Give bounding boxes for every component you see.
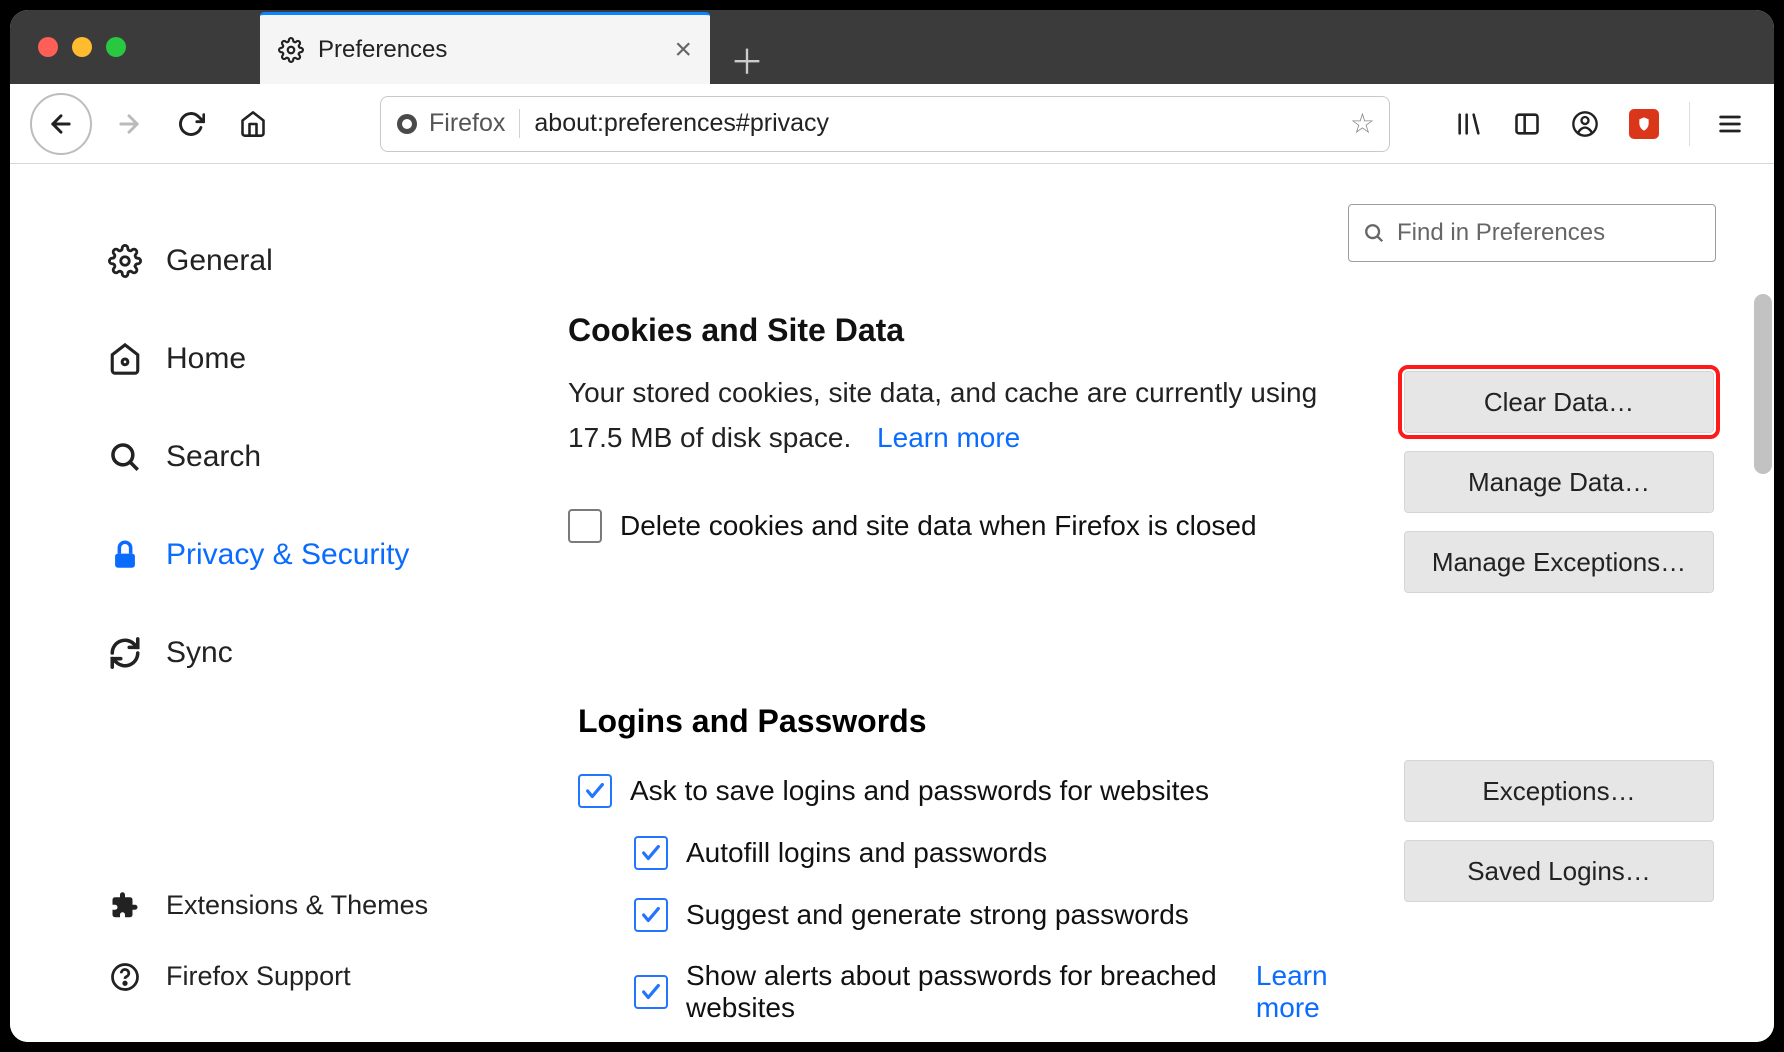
manage-data-button[interactable]: Manage Data… [1404, 451, 1714, 513]
home-icon [106, 342, 144, 376]
sidebar-item-label: Home [166, 342, 246, 376]
logins-exceptions-button[interactable]: Exceptions… [1404, 760, 1714, 822]
site-identity[interactable]: Firefox [395, 109, 520, 138]
sidebar-item-support[interactable]: Firefox Support [106, 961, 530, 992]
ublock-icon[interactable] [1629, 109, 1659, 139]
library-icon[interactable] [1455, 110, 1483, 138]
app-menu-button[interactable] [1689, 102, 1744, 146]
sidebar-item-general[interactable]: General [106, 212, 530, 310]
autofill-label: Autofill logins and passwords [686, 837, 1047, 869]
sidebar-item-sync[interactable]: Sync [106, 604, 530, 702]
cookies-learn-more-link[interactable]: Learn more [877, 422, 1020, 453]
clear-data-button[interactable]: Clear Data… [1404, 371, 1714, 433]
search-icon [1363, 222, 1385, 244]
forward-button[interactable] [104, 99, 154, 149]
saved-logins-button[interactable]: Saved Logins… [1404, 840, 1714, 902]
sidebar-item-label: Extensions & Themes [166, 890, 428, 921]
scrollbar[interactable] [1754, 294, 1772, 474]
sidebar-item-label: Search [166, 440, 261, 474]
firefox-icon [395, 112, 419, 136]
new-tab-button[interactable]: ＋ [710, 35, 784, 84]
sidebar-item-label: Privacy & Security [166, 538, 409, 572]
ask-save-checkbox[interactable] [578, 774, 612, 808]
browser-window: Preferences × ＋ Firefox about:preference… [10, 10, 1774, 1042]
close-window-button[interactable] [38, 37, 58, 57]
window-controls [10, 10, 150, 84]
tab-strip: Preferences × ＋ [260, 10, 784, 84]
logins-heading: Logins and Passwords [578, 703, 1714, 740]
identity-label: Firefox [429, 109, 505, 138]
manage-exceptions-button[interactable]: Manage Exceptions… [1404, 531, 1714, 593]
url-text: about:preferences#privacy [534, 109, 829, 138]
delete-on-close-checkbox[interactable] [568, 509, 602, 543]
back-button[interactable] [30, 93, 92, 155]
bookmark-star-icon[interactable]: ☆ [1350, 107, 1375, 140]
help-icon [106, 962, 144, 992]
alerts-label: Show alerts about passwords for breached… [686, 960, 1220, 1024]
account-icon[interactable] [1571, 110, 1599, 138]
autofill-checkbox[interactable] [634, 836, 668, 870]
sidebar-item-label: Sync [166, 636, 233, 670]
sidebar-item-label: General [166, 244, 273, 278]
gear-icon [106, 244, 144, 278]
search-input[interactable]: Find in Preferences [1348, 204, 1716, 262]
alerts-checkbox[interactable] [634, 975, 668, 1009]
sidebar-item-label: Firefox Support [166, 961, 351, 992]
tab-preferences[interactable]: Preferences × [260, 12, 710, 84]
search-icon [106, 440, 144, 474]
sync-icon [106, 636, 144, 670]
section-logins: Logins and Passwords Ask to save logins … [578, 703, 1714, 1024]
sidebar-item-search[interactable]: Search [106, 408, 530, 506]
toolbar-right [1455, 102, 1754, 146]
titlebar: Preferences × ＋ [10, 10, 1774, 84]
section-cookies: Cookies and Site Data Your stored cookie… [568, 312, 1714, 593]
url-bar[interactable]: Firefox about:preferences#privacy ☆ [380, 96, 1390, 152]
logins-learn-more-link[interactable]: Learn more [1256, 960, 1374, 1024]
toolbar: Firefox about:preferences#privacy ☆ [10, 84, 1774, 164]
minimize-window-button[interactable] [72, 37, 92, 57]
sidebar-item-extensions[interactable]: Extensions & Themes [106, 890, 530, 921]
lock-icon [106, 538, 144, 572]
delete-on-close-label: Delete cookies and site data when Firefo… [620, 510, 1257, 542]
cookies-heading: Cookies and Site Data [568, 312, 1714, 349]
sidebar-item-home[interactable]: Home [106, 310, 530, 408]
puzzle-icon [106, 891, 144, 921]
sidebar-toggle-icon[interactable] [1513, 110, 1541, 138]
tab-close-icon[interactable]: × [674, 35, 692, 65]
zoom-window-button[interactable] [106, 37, 126, 57]
suggest-label: Suggest and generate strong passwords [686, 899, 1189, 931]
ask-save-label: Ask to save logins and passwords for web… [630, 775, 1209, 807]
preferences-sidebar: General Home Search Privacy & Security [10, 164, 530, 1042]
home-button[interactable] [228, 99, 278, 149]
sidebar-item-privacy[interactable]: Privacy & Security [106, 506, 530, 604]
gear-icon [278, 37, 304, 63]
content-area: General Home Search Privacy & Security [10, 164, 1774, 1042]
suggest-checkbox[interactable] [634, 898, 668, 932]
tab-title: Preferences [318, 36, 447, 64]
search-placeholder: Find in Preferences [1397, 219, 1605, 247]
reload-button[interactable] [166, 99, 216, 149]
preferences-main: Find in Preferences Cookies and Site Dat… [530, 164, 1774, 1042]
